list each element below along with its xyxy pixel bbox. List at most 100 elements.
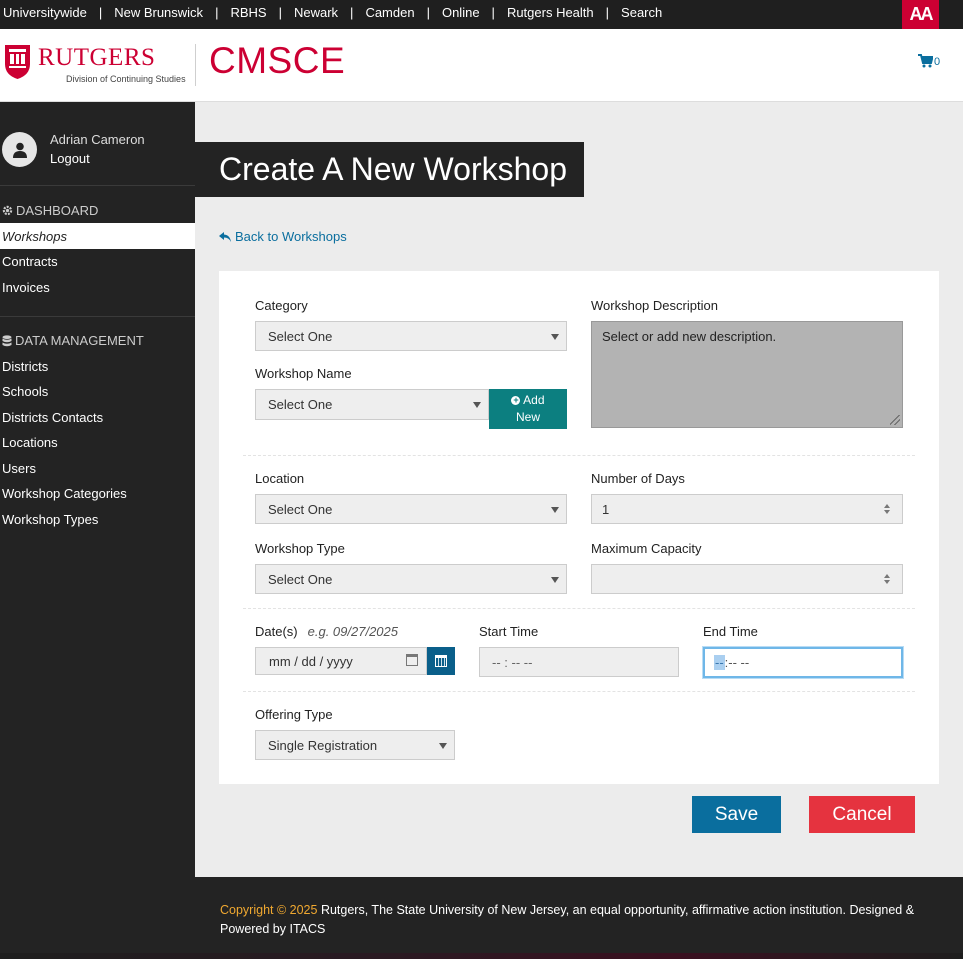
link-rbhs[interactable]: RBHS <box>230 5 266 20</box>
end-time-input[interactable]: --:-- -- <box>703 647 903 678</box>
sidebar-divider <box>0 185 195 186</box>
location-label: Location <box>255 471 305 486</box>
sidebar-item-schools[interactable]: Schools <box>0 378 195 404</box>
link-newark[interactable]: Newark <box>294 5 338 20</box>
dates-label-text: Date(s) <box>255 624 298 639</box>
calendar-icon <box>435 655 447 667</box>
workshop-type-label: Workshop Type <box>255 541 345 556</box>
calendar-button[interactable] <box>427 647 455 675</box>
workshop-name-select[interactable]: Select One <box>255 389 489 420</box>
date-input[interactable]: mm / dd / yyyy <box>255 647 427 675</box>
caret-down-icon <box>551 334 559 340</box>
data-management-heading: DATA MANAGEMENT <box>2 333 144 348</box>
reply-arrow-icon <box>219 231 231 242</box>
caret-down-icon <box>439 743 447 749</box>
section-divider <box>243 608 915 609</box>
end-time-rest: :-- -- <box>724 655 750 670</box>
sidebar-item-locations[interactable]: Locations <box>0 429 195 455</box>
dates-hint: e.g. 09/27/2025 <box>307 624 398 639</box>
back-to-workshops-link[interactable]: Back to Workshops <box>219 229 347 244</box>
logout-link[interactable]: Logout <box>50 151 90 166</box>
link-universitywide[interactable]: Universitywide <box>3 5 87 20</box>
link-new-brunswick[interactable]: New Brunswick <box>114 5 203 20</box>
link-rutgers-health[interactable]: Rutgers Health <box>507 5 594 20</box>
cart-icon <box>918 54 933 68</box>
workshop-name-select-value: Select One <box>268 397 333 412</box>
sidebar-item-invoices[interactable]: Invoices <box>0 274 195 300</box>
separator: | <box>350 4 354 20</box>
footer-text: Rutgers, The State University of New Jer… <box>220 903 915 936</box>
sidebar-item-districts[interactable]: Districts <box>0 353 195 379</box>
separator: | <box>605 4 610 20</box>
offering-type-select-value: Single Registration <box>268 737 378 753</box>
separator: | <box>278 4 282 20</box>
sidebar-item-workshops[interactable]: Workshops <box>0 223 195 249</box>
user-icon <box>12 142 27 158</box>
page-title: Create A New Workshop <box>195 142 584 197</box>
main-content: Create A New Workshop Back to Workshops … <box>195 102 963 877</box>
bottom-strip <box>0 953 963 959</box>
sidebar-divider <box>0 316 195 317</box>
dashboard-heading: DASHBOARD <box>2 203 98 218</box>
sidebar-item-contracts[interactable]: Contracts <box>0 248 195 274</box>
gear-icon <box>2 205 13 216</box>
brand-divider <box>195 44 196 86</box>
description-placeholder: Select or add new description. <box>602 329 777 344</box>
add-new-button[interactable]: + Add New <box>489 389 567 429</box>
copyright: Copyright © 2025 <box>220 903 318 917</box>
offering-type-select[interactable]: Single Registration <box>255 730 455 760</box>
separator: | <box>98 4 103 20</box>
location-select[interactable]: Select One <box>255 494 567 524</box>
site-name[interactable]: CMSCE <box>209 40 345 82</box>
link-search[interactable]: Search <box>621 5 662 20</box>
description-textarea[interactable]: Select or add new description. <box>591 321 903 428</box>
cart-count: 0 <box>934 56 941 68</box>
sidebar-item-users[interactable]: Users <box>0 455 195 481</box>
utility-bar: Universitywide | New Brunswick | RBHS | New… <box>0 0 963 29</box>
avatar[interactable] <box>2 132 37 167</box>
brand-name[interactable]: RUTGERS <box>38 44 155 72</box>
number-of-days-input[interactable]: 1 <box>591 494 903 524</box>
brand-subtitle: Division of Continuing Studies <box>66 74 186 84</box>
stepper-icon[interactable] <box>884 504 890 514</box>
start-time-value: -- : -- -- <box>492 654 533 670</box>
dashboard-heading-label: DASHBOARD <box>16 203 99 218</box>
end-time-hour-segment[interactable]: -- <box>714 655 725 670</box>
start-time-input[interactable]: -- : -- -- <box>479 647 679 677</box>
link-online[interactable]: Online <box>442 5 480 20</box>
dates-label: Date(s) e.g. 09/27/2025 <box>255 624 398 639</box>
sidebar-item-workshop-types[interactable]: Workshop Types <box>0 506 195 532</box>
offering-type-label: Offering Type <box>255 707 333 722</box>
maximum-capacity-label: Maximum Capacity <box>591 541 702 556</box>
sidebar-item-workshop-categories[interactable]: Workshop Categories <box>0 480 195 506</box>
separator: | <box>215 4 219 20</box>
workshop-type-select-value: Select One <box>268 571 333 587</box>
accessibility-button[interactable]: AA <box>902 0 939 29</box>
save-button[interactable]: Save <box>692 796 781 833</box>
number-of-days-label: Number of Days <box>591 471 685 486</box>
separator: | <box>491 4 495 20</box>
link-camden[interactable]: Camden <box>365 5 414 20</box>
stepper-icon[interactable] <box>884 574 890 584</box>
separator: | <box>426 4 430 20</box>
description-label: Workshop Description <box>591 298 718 313</box>
calendar-icon[interactable] <box>406 654 418 666</box>
sidebar-item-districts-contacts[interactable]: Districts Contacts <box>0 404 195 430</box>
category-select[interactable]: Select One <box>255 321 567 351</box>
resize-grip-icon[interactable] <box>890 415 900 425</box>
number-of-days-value: 1 <box>602 501 610 517</box>
location-select-value: Select One <box>268 501 333 517</box>
workshop-name-label: Workshop Name <box>255 366 352 381</box>
maximum-capacity-input[interactable] <box>591 564 903 594</box>
date-placeholder: mm / dd / yyyy <box>269 653 353 669</box>
category-label: Category <box>255 298 308 313</box>
add-new-label-2: New <box>515 410 540 424</box>
workshop-type-select[interactable]: Select One <box>255 564 567 594</box>
user-name: Adrian Cameron <box>50 132 145 147</box>
section-divider <box>243 691 915 692</box>
cancel-button[interactable]: Cancel <box>809 796 915 833</box>
utility-links: Universitywide | New Brunswick | RBHS | New… <box>3 0 662 24</box>
cart-button[interactable]: 0 <box>918 54 940 68</box>
start-time-label: Start Time <box>479 624 539 639</box>
add-new-label-1: Add <box>523 393 545 407</box>
